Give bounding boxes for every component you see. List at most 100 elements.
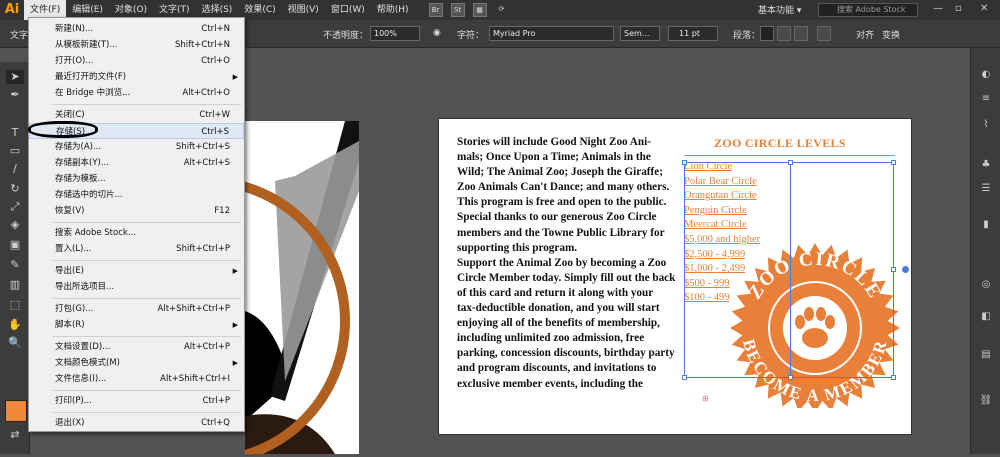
color-panel-icon[interactable]: ◐: [979, 68, 993, 82]
file-menu-item[interactable]: 脚本(R) ▶: [29, 317, 244, 333]
links-icon[interactable]: ⛓: [979, 394, 993, 408]
align-icon[interactable]: ▤: [979, 348, 993, 362]
body-text-frame[interactable]: Stories will include Good Night Zoo Ani-…: [457, 135, 697, 392]
menu-separator: [53, 336, 241, 337]
eyedropper-icon[interactable]: ✎: [6, 258, 24, 272]
menu-help[interactable]: 帮助(H): [371, 0, 415, 20]
gear-icon[interactable]: [817, 26, 831, 41]
font-family-field[interactable]: Myriad Pro: [489, 26, 614, 41]
file-menu-item[interactable]: 存储为模板...: [29, 171, 244, 187]
layout-icon[interactable]: ▦: [472, 3, 487, 17]
artboard-tool-icon[interactable]: ⬚: [6, 298, 24, 312]
body-line: Support the Animal Zoo by becoming a Zoo: [457, 256, 667, 269]
menu-separator: [53, 390, 241, 391]
recolor-icon[interactable]: ◉: [433, 28, 441, 38]
file-menu-item[interactable]: 文档颜色模式(M) ▶: [29, 355, 244, 371]
file-menu-item[interactable]: 存储副本(Y)... Alt+Ctrl+S: [29, 155, 244, 171]
font-size-field[interactable]: 11 pt: [668, 26, 718, 41]
minimize-icon[interactable]: —: [933, 3, 943, 14]
stock-search-input[interactable]: 搜索 Adobe Stock: [818, 3, 918, 17]
panel-dock: ◐ ≡ ⌇ ♣ ☰ ▮ ◎ ◧ ▤ ⛓: [970, 48, 1000, 454]
opacity-field[interactable]: 100%: [370, 26, 420, 41]
resize-handle[interactable]: [682, 160, 687, 165]
sync-icon[interactable]: ⟳: [495, 3, 509, 17]
resize-handle[interactable]: [788, 160, 793, 165]
align-center-icon[interactable]: [777, 26, 791, 41]
thread-port[interactable]: [902, 266, 909, 273]
menu-view[interactable]: 视图(V): [282, 0, 325, 20]
file-menu-item[interactable]: 退出(X) Ctrl+Q: [29, 415, 244, 431]
brush-tool-icon[interactable]: ∕: [6, 162, 24, 176]
gradient-tool-icon[interactable]: ▣: [6, 238, 24, 252]
menu-item-label: 新建(N)...: [55, 24, 94, 34]
align-label[interactable]: 对齐: [856, 28, 874, 41]
file-menu-item[interactable]: 恢复(V) F12: [29, 203, 244, 219]
menu-separator: [53, 412, 241, 413]
resize-handle[interactable]: [891, 375, 896, 380]
graph-tool-icon[interactable]: ▥: [6, 278, 24, 292]
transform-label[interactable]: 变换: [882, 28, 900, 41]
font-style-field[interactable]: Sem...: [620, 26, 660, 41]
character-label[interactable]: 字符：: [457, 28, 484, 41]
resize-handle[interactable]: [891, 267, 896, 272]
resize-handle[interactable]: [682, 375, 687, 380]
type-tool-icon[interactable]: T: [6, 126, 24, 140]
file-menu-item[interactable]: 打包(G)... Alt+Shift+Ctrl+P: [29, 301, 244, 317]
file-menu-item[interactable]: 从模板新建(T)... Shift+Ctrl+N: [29, 37, 244, 53]
menu-item-label: 文档设置(D)...: [55, 342, 111, 352]
gradient-icon[interactable]: ▮: [979, 218, 993, 232]
fill-swatch[interactable]: [5, 400, 27, 422]
file-menu-item[interactable]: 打开(O)... Ctrl+O: [29, 53, 244, 69]
file-menu-item[interactable]: 打印(P)... Ctrl+P: [29, 393, 244, 409]
align-right-icon[interactable]: [794, 26, 808, 41]
align-left-icon[interactable]: [760, 26, 774, 41]
menu-item-label: 存储副本(Y)...: [55, 158, 109, 168]
rotate-tool-icon[interactable]: ↻: [6, 182, 24, 196]
member-seal[interactable]: ZOO CIRCLE BECOME A MEMBER: [712, 238, 912, 408]
transparency-icon[interactable]: ◎: [979, 278, 993, 292]
file-menu-item[interactable]: 存储选中的切片...: [29, 187, 244, 203]
shape-builder-icon[interactable]: ◈: [6, 218, 24, 232]
pen-tool-icon[interactable]: ✒: [6, 88, 24, 102]
resize-handle[interactable]: [891, 160, 896, 165]
workspace-switcher[interactable]: 基本功能 ▾: [758, 3, 801, 16]
file-menu-item[interactable]: 导出(E) ▶: [29, 263, 244, 279]
stroke-icon[interactable]: ☰: [979, 182, 993, 196]
brushes-icon[interactable]: ⌇: [979, 118, 993, 132]
file-menu-item[interactable]: 新建(N)... Ctrl+N: [29, 21, 244, 37]
menu-item-label: 搜索 Adobe Stock...: [55, 228, 136, 238]
scale-tool-icon[interactable]: ⤢: [6, 200, 24, 214]
file-menu-item[interactable]: 在 Bridge 中浏览... Alt+Ctrl+O: [29, 85, 244, 101]
file-menu-item[interactable]: 导出所选项目...: [29, 279, 244, 295]
menu-window[interactable]: 窗口(W): [325, 0, 371, 20]
selection-tool-icon[interactable]: ➤: [6, 70, 24, 84]
resize-handle[interactable]: [788, 375, 793, 380]
overset-icon[interactable]: ⊞: [702, 394, 709, 403]
menu-item-label: 文档颜色模式(M): [55, 358, 120, 368]
menu-item-label: 导出(E): [55, 266, 85, 276]
zoom-tool-icon[interactable]: 🔍: [6, 336, 24, 350]
artboard-left[interactable]: [60, 121, 359, 457]
file-menu-item[interactable]: 搜索 Adobe Stock...: [29, 225, 244, 241]
level-item: Lion Circle: [684, 161, 733, 172]
file-menu-item[interactable]: 文件信息(I)... Alt+Shift+Ctrl+I: [29, 371, 244, 387]
hand-tool-icon[interactable]: ✋: [6, 318, 24, 332]
file-menu-item[interactable]: 最近打开的文件(F) ▶: [29, 69, 244, 85]
rectangle-tool-icon[interactable]: ▭: [6, 144, 24, 158]
body-line: of this card and return it along with yo…: [457, 286, 654, 299]
bridge-button[interactable]: Br: [428, 3, 443, 17]
appearance-icon[interactable]: ◧: [979, 310, 993, 324]
levels-title: ZOO CIRCLE LEVELS: [714, 136, 846, 150]
file-menu-item[interactable]: 置入(L)... Shift+Ctrl+P: [29, 241, 244, 257]
file-menu-item[interactable]: 存储为(A)... Shift+Ctrl+S: [29, 139, 244, 155]
layers-icon[interactable]: ≡: [979, 92, 993, 106]
close-icon[interactable]: ✕: [980, 3, 988, 14]
swap-colors-icon[interactable]: ⇄: [6, 428, 24, 442]
maximize-icon[interactable]: ▫: [955, 3, 962, 14]
menu-item-shortcut: Alt+Shift+Ctrl+P: [157, 304, 230, 314]
menu-item-label: 打印(P)...: [55, 396, 92, 406]
stock-button[interactable]: St: [450, 3, 465, 17]
paragraph-label[interactable]: 段落：: [733, 28, 760, 41]
file-menu-item[interactable]: 文档设置(D)... Alt+Ctrl+P: [29, 339, 244, 355]
symbols-icon[interactable]: ♣: [979, 158, 993, 172]
